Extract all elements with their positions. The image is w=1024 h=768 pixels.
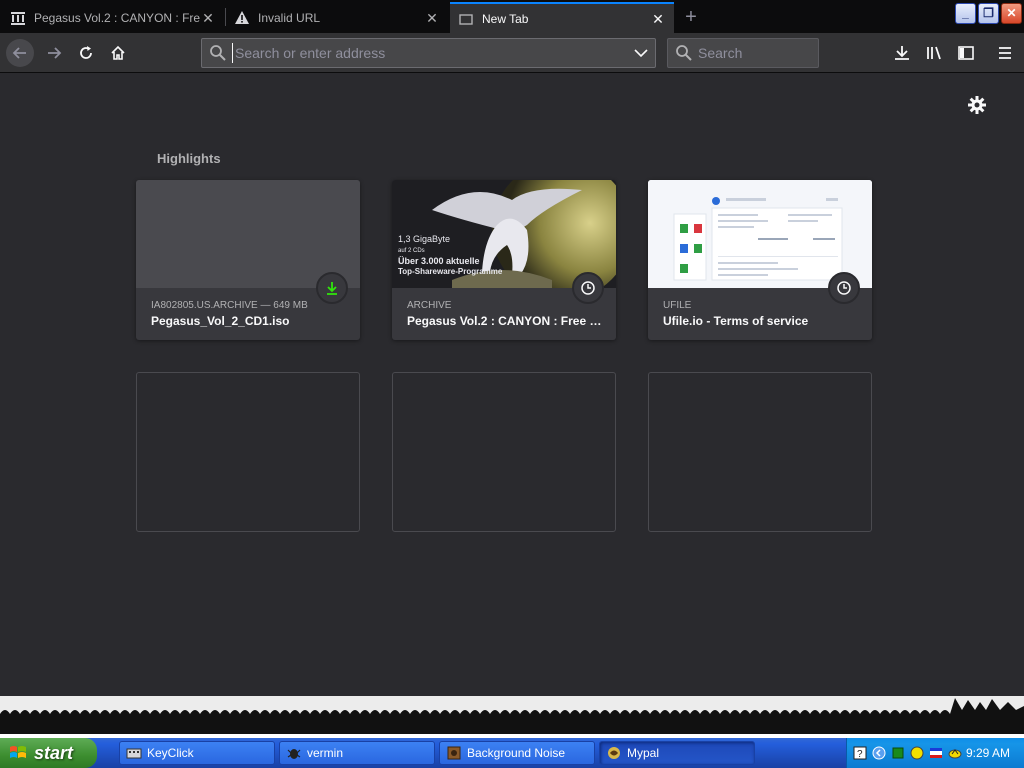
thumb-text: Über 3.000 aktuelle [398,256,480,266]
arrow-left-icon [12,47,26,59]
highlight-card[interactable]: 1,3 GigaByte auf 2 CDs Über 3.000 aktuel… [392,180,616,340]
new-tab-page: Highlights IA802805.US.ARCHIVE — 649 MB … [0,74,1008,696]
card-badge [572,272,604,304]
system-tray: ? 9:29 AM [846,738,1024,768]
tab-new-tab[interactable]: New Tab ✕ [450,2,674,33]
search-input[interactable] [698,43,813,63]
url-input[interactable] [232,43,627,63]
empty-highlight-slot [136,372,360,532]
clock-icon [581,281,595,295]
clock-icon [837,281,851,295]
downloads-button[interactable] [888,39,916,67]
windows-logo-icon [10,746,26,758]
reload-icon [80,46,92,59]
close-icon[interactable]: ✕ [200,10,216,26]
card-meta: UFILE [663,300,692,311]
home-icon [111,45,125,60]
empty-highlight-slot [648,372,872,532]
clock: 9:29 AM [965,746,1010,760]
download-icon [895,46,909,60]
speaker-box-icon [447,746,461,760]
forward-button[interactable] [40,39,68,67]
url-bar[interactable] [201,38,656,68]
card-title: Ufile.io - Terms of service [663,314,809,328]
yellow-circle-icon[interactable] [910,746,924,760]
card-badge [316,272,348,304]
thumb-text: Top-Shareware-Programme [398,267,503,276]
new-tab-button[interactable]: + [678,4,704,30]
tab-invalid-url[interactable]: Invalid URL ✕ [226,2,448,33]
card-meta: ARCHIVE [407,300,452,311]
search-icon [676,45,692,61]
bug-icon [287,749,301,759]
tab-title: Invalid URL [258,10,321,25]
chevron-left-icon[interactable] [872,746,886,760]
menu-button[interactable] [991,39,1019,67]
vertical-scrollbar[interactable] [1008,74,1024,696]
library-icon [927,46,941,60]
network-icon[interactable] [948,746,962,760]
empty-highlight-slot [392,372,616,532]
restore-button[interactable]: ❐ [978,3,999,24]
chevron-down-icon[interactable] [633,45,649,61]
tab-pegasus[interactable]: Pegasus Vol.2 : CANYON : Free Download ✕ [2,2,224,33]
decorative-silhouette-strip [0,696,1024,738]
minimize-button[interactable]: _ [955,3,976,24]
library-button[interactable] [920,39,948,67]
thumb-text: 1,3 GigaByte [398,234,450,244]
search-icon [210,45,226,61]
highlight-card[interactable]: IA802805.US.ARCHIVE — 649 MB Pegasus_Vol… [136,180,360,340]
mypal-icon [608,747,620,759]
card-meta: IA802805.US.ARCHIVE — 649 MB [151,300,308,311]
close-icon[interactable]: ✕ [424,10,440,26]
task-label: KeyClick [147,746,194,760]
close-icon[interactable]: ✕ [650,11,666,27]
search-bar[interactable] [667,38,819,68]
highlight-card[interactable]: UFILE Ufile.io - Terms of service [648,180,872,340]
download-icon [327,282,337,295]
arrow-right-icon [48,47,62,59]
keyboard-icon [126,748,142,759]
thumb-text: auf 2 CDs [398,248,425,254]
warning-icon [235,10,249,24]
archive-icon [11,11,25,25]
card-badge [828,272,860,304]
gear-icon[interactable] [966,94,988,116]
tab-title: Pegasus Vol.2 : CANYON : Free Download [34,10,200,25]
sidebar-icon [958,46,974,60]
hamburger-icon [999,47,1011,59]
task-label: Background Noise [467,746,566,760]
taskbar-item-background-noise[interactable]: Background Noise [439,741,595,765]
tab-bar: Pegasus Vol.2 : CANYON : Free Download ✕… [0,0,1024,33]
svg-text:?: ? [857,749,863,760]
card-title: Pegasus Vol.2 : CANYON : Free Download [407,314,607,328]
window-close-button[interactable]: ✕ [1001,3,1022,24]
new-tab-icon [459,13,473,25]
theater-silhouette-image [0,696,1024,738]
card-title: Pegasus_Vol_2_CD1.iso [151,314,290,328]
start-label: start [34,742,74,763]
task-label: Mypal [627,746,660,760]
taskbar-item-mypal[interactable]: Mypal [599,741,755,765]
start-button[interactable]: start [0,738,97,768]
windows-taskbar: start KeyClick vermin Background Noise M… [0,738,1024,768]
green-square-icon[interactable] [891,746,905,760]
tab-title: New Tab [482,11,529,26]
taskbar-item-vermin[interactable]: vermin [279,741,435,765]
section-title: Highlights [157,151,221,166]
help-icon[interactable]: ? [853,746,867,760]
back-button[interactable] [6,39,34,67]
home-button[interactable] [104,39,132,67]
sidebar-button[interactable] [952,39,980,67]
task-label: vermin [307,746,344,760]
navigation-toolbar [0,33,1024,73]
reload-button[interactable] [72,39,100,67]
flag-icon[interactable] [929,746,943,760]
taskbar-item-keyclick[interactable]: KeyClick [119,741,275,765]
